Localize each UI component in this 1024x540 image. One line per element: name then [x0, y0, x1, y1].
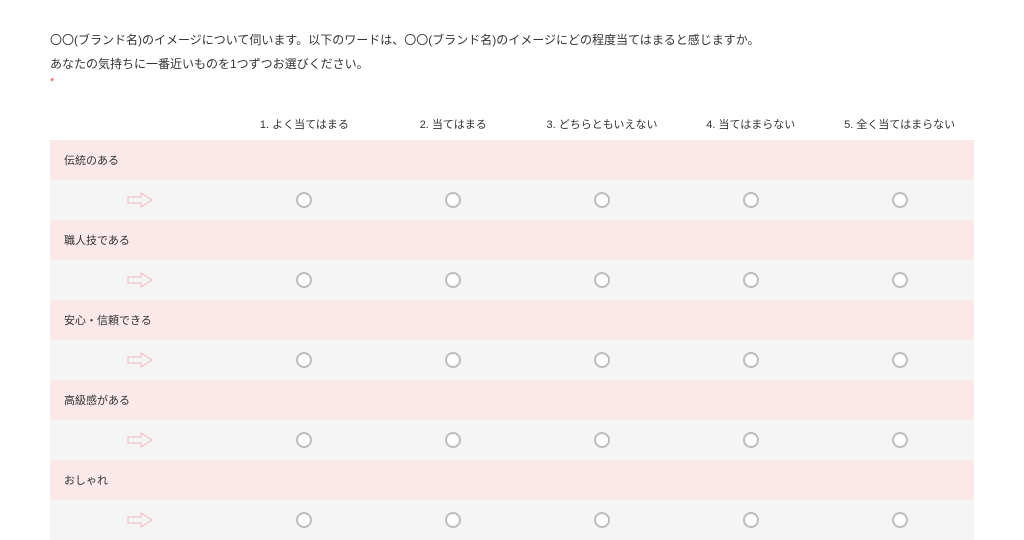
radio-cell — [230, 272, 379, 288]
arrow-cell — [50, 351, 230, 369]
matrix-grid: 1. よく当てはまる 2. 当てはまる 3. どちらともいえない 4. 当てはま… — [50, 108, 974, 540]
required-mark: * — [50, 77, 974, 88]
survey-page: 〇〇(ブランド名)のイメージについて伺います。以下のワードは、〇〇(ブランド名)… — [0, 0, 1024, 540]
radio-cell — [528, 272, 677, 288]
radio-option[interactable] — [445, 432, 461, 448]
radio-option[interactable] — [743, 432, 759, 448]
arrow-right-icon — [127, 191, 153, 209]
arrow-right-icon — [127, 431, 153, 449]
radio-cell — [676, 272, 825, 288]
radio-cell — [528, 192, 677, 208]
row-radios — [50, 340, 974, 380]
row-label-text: 高級感がある — [50, 392, 230, 408]
arrow-cell — [50, 431, 230, 449]
arrow-right-icon — [127, 511, 153, 529]
arrow-cell — [50, 511, 230, 529]
row-radios — [50, 420, 974, 460]
radio-option[interactable] — [743, 192, 759, 208]
row-label: おしゃれ — [50, 460, 974, 500]
row-radios — [50, 260, 974, 300]
radio-cell — [825, 272, 974, 288]
row-label-text: おしゃれ — [50, 472, 230, 488]
arrow-right-icon — [127, 271, 153, 289]
radio-option[interactable] — [296, 512, 312, 528]
row-label: 安心・信頼できる — [50, 300, 974, 340]
question-line-2: あなたの気持ちに一番近いものを1つずつお選びください。 — [50, 54, 974, 76]
radio-option[interactable] — [892, 512, 908, 528]
row-label-text: 伝統のある — [50, 152, 230, 168]
radio-option[interactable] — [445, 272, 461, 288]
radio-option[interactable] — [296, 192, 312, 208]
radio-cell — [230, 352, 379, 368]
row-label: 高級感がある — [50, 380, 974, 420]
radio-cell — [825, 512, 974, 528]
radio-cell — [379, 352, 528, 368]
radio-cell — [528, 512, 677, 528]
radio-cell — [676, 432, 825, 448]
radio-option[interactable] — [743, 272, 759, 288]
matrix-header-row: 1. よく当てはまる 2. 当てはまる 3. どちらともいえない 4. 当てはま… — [50, 108, 974, 140]
radio-cell — [676, 192, 825, 208]
radio-option[interactable] — [892, 192, 908, 208]
radio-option[interactable] — [743, 352, 759, 368]
radio-cell — [379, 512, 528, 528]
radio-option[interactable] — [594, 192, 610, 208]
radio-option[interactable] — [296, 272, 312, 288]
radio-cell — [379, 432, 528, 448]
row-label: 伝統のある — [50, 140, 974, 180]
radio-cell — [825, 192, 974, 208]
row-label-text: 安心・信頼できる — [50, 312, 230, 328]
radio-option[interactable] — [296, 352, 312, 368]
radio-cell — [825, 352, 974, 368]
column-header: 5. 全く当てはまらない — [825, 116, 974, 132]
radio-cell — [230, 512, 379, 528]
row-radios — [50, 180, 974, 220]
row-radios — [50, 500, 974, 540]
radio-option[interactable] — [594, 272, 610, 288]
radio-cell — [676, 512, 825, 528]
radio-option[interactable] — [296, 432, 312, 448]
radio-cell — [528, 352, 677, 368]
radio-option[interactable] — [594, 512, 610, 528]
radio-cell — [676, 352, 825, 368]
radio-option[interactable] — [445, 192, 461, 208]
arrow-right-icon — [127, 351, 153, 369]
radio-option[interactable] — [594, 352, 610, 368]
arrow-cell — [50, 271, 230, 289]
radio-cell — [379, 192, 528, 208]
radio-option[interactable] — [743, 512, 759, 528]
radio-cell — [825, 432, 974, 448]
column-header: 1. よく当てはまる — [230, 116, 379, 132]
radio-option[interactable] — [892, 272, 908, 288]
column-header: 4. 当てはまらない — [676, 116, 825, 132]
radio-option[interactable] — [892, 352, 908, 368]
row-label-text: 職人技である — [50, 232, 230, 248]
radio-cell — [528, 432, 677, 448]
radio-option[interactable] — [445, 352, 461, 368]
radio-option[interactable] — [594, 432, 610, 448]
question-line-1: 〇〇(ブランド名)のイメージについて伺います。以下のワードは、〇〇(ブランド名)… — [50, 30, 974, 52]
arrow-cell — [50, 191, 230, 209]
radio-option[interactable] — [892, 432, 908, 448]
radio-option[interactable] — [445, 512, 461, 528]
column-header: 2. 当てはまる — [379, 116, 528, 132]
column-header: 3. どちらともいえない — [528, 116, 677, 132]
radio-cell — [230, 192, 379, 208]
radio-cell — [230, 432, 379, 448]
row-label: 職人技である — [50, 220, 974, 260]
radio-cell — [379, 272, 528, 288]
